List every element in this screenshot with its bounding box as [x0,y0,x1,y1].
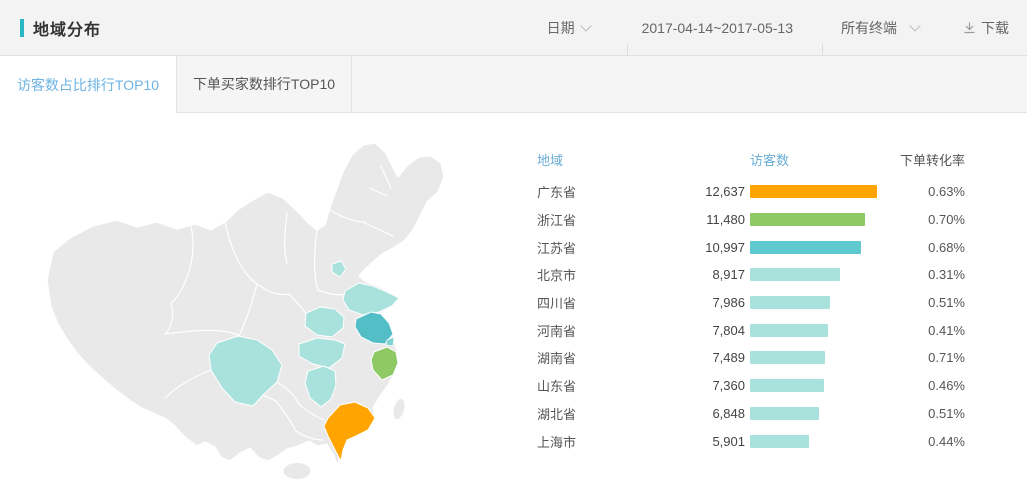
tab-order-buyer-ranking[interactable]: 下单买家数排行TOP10 [176,56,352,113]
tab-visitor-ranking[interactable]: 访客数占比排行TOP10 [0,56,176,113]
region-label: 浙江省 [535,210,645,229]
province-shandong[interactable] [343,283,399,315]
visitor-bar [750,296,830,309]
china-map[interactable] [25,130,505,480]
terminal-dropdown[interactable]: 所有终端 [841,18,919,38]
chevron-down-icon [580,20,591,31]
conversion-rate: 0.51% [895,295,965,310]
tab-bar: 访客数占比排行TOP10 下单买家数排行TOP10 [0,56,1027,113]
header-section-divider [822,44,823,55]
table-row: 上海市 5,901 0.44% [535,427,965,455]
region-label: 江苏省 [535,238,645,257]
visitor-count: 7,986 [645,295,745,310]
header-controls: 日期 2017-04-14~2017-05-13 所有终端 下载 [547,0,1009,56]
visitor-count: 11,480 [645,212,745,227]
visitor-bar [750,241,861,254]
conversion-rate: 0.68% [895,240,965,255]
region-label: 四川省 [535,293,645,312]
conversion-rate: 0.71% [895,350,965,365]
visitor-bar [750,435,809,448]
title-block: 地域分布 [20,16,101,40]
table-row: 浙江省 11,480 0.70% [535,206,965,234]
island-hainan [283,463,311,480]
visitor-count: 7,489 [645,350,745,365]
date-dropdown-label: 日期 [547,18,575,38]
table-body: 广东省 12,637 0.63% 浙江省 11,480 0.70% 江苏省 10… [535,178,965,455]
region-label: 河南省 [535,321,645,340]
region-label: 上海市 [535,432,645,451]
download-label: 下载 [981,18,1009,38]
date-dropdown[interactable]: 日期 [547,18,590,38]
table-row: 江苏省 10,997 0.68% [535,233,965,261]
table-row: 湖南省 7,489 0.71% [535,344,965,372]
visitor-bar [750,185,877,198]
title-accent-bar [20,19,24,37]
visitor-bar [750,351,825,364]
conversion-rate: 0.51% [895,406,965,421]
tab-bar-filler [352,56,1027,113]
conversion-rate: 0.44% [895,434,965,449]
region-label: 湖北省 [535,404,645,423]
visitor-bar [750,268,840,281]
region-label: 北京市 [535,265,645,284]
visitor-count: 8,917 [645,267,745,282]
visitor-count: 5,901 [645,434,745,449]
chevron-down-icon [909,20,920,31]
table-row: 北京市 8,917 0.31% [535,261,965,289]
page-title: 地域分布 [33,16,101,40]
conversion-rate: 0.31% [895,267,965,282]
visitor-bar [750,324,828,337]
header-section-divider [627,44,628,55]
visitor-count: 12,637 [645,184,745,199]
conversion-rate: 0.70% [895,212,965,227]
col-header-visitors: 访客数 [745,150,895,169]
region-label: 广东省 [535,182,645,201]
visitor-bar [750,379,824,392]
visitor-count: 6,848 [645,406,745,421]
table-row: 河南省 7,804 0.41% [535,316,965,344]
table-row: 四川省 7,986 0.51% [535,289,965,317]
table-row: 湖北省 6,848 0.51% [535,400,965,428]
table-header-row: 地域 访客数 下单转化率 [535,146,965,172]
date-range-display[interactable]: 2017-04-14~2017-05-13 [642,20,793,36]
visitor-bar [750,213,865,226]
visitor-count: 7,804 [645,323,745,338]
regional-distribution-panel: 地域分布 日期 2017-04-14~2017-05-13 所有终端 下载 访客… [0,0,1027,483]
table-row: 广东省 12,637 0.63% [535,178,965,206]
col-header-region: 地域 [535,150,645,169]
conversion-rate: 0.46% [895,378,965,393]
download-icon [963,21,976,35]
visitor-count: 7,360 [645,378,745,393]
conversion-rate: 0.41% [895,323,965,338]
col-header-conversion: 下单转化率 [895,150,965,169]
ranking-table: 地域 访客数 下单转化率 广东省 12,637 0.63% 浙江省 11,480… [535,146,965,455]
region-label: 湖南省 [535,348,645,367]
visitor-count: 10,997 [645,240,745,255]
region-label: 山东省 [535,376,645,395]
conversion-rate: 0.63% [895,184,965,199]
table-row: 山东省 7,360 0.46% [535,372,965,400]
visitor-bar [750,407,819,420]
panel-header: 地域分布 日期 2017-04-14~2017-05-13 所有终端 下载 [0,0,1027,56]
island-taiwan [391,397,407,421]
terminal-dropdown-value: 所有终端 [841,18,897,38]
download-button[interactable]: 下载 [963,18,1009,38]
